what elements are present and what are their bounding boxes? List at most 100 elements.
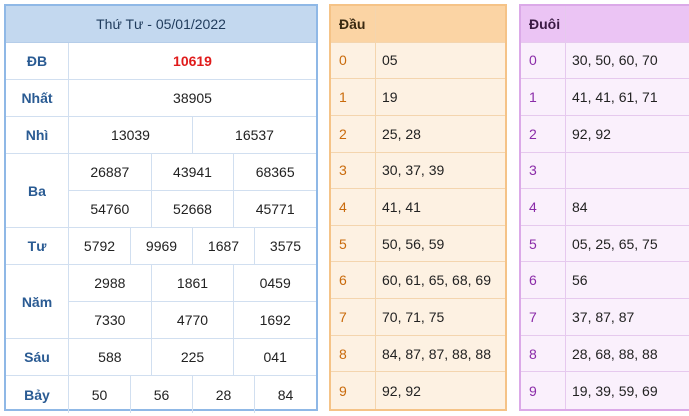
duoi-row: 0 30, 50, 60, 70 [521,42,689,80]
prize-values: 588 225 041 [69,339,316,375]
duoi-digit: 2 [521,115,566,152]
prize-label: Nhì [6,117,69,153]
prize-values: 10619 [69,43,316,79]
dau-digit: 5 [331,225,376,262]
results-date-header: Thứ Tư - 05/01/2022 [6,6,316,43]
dau-row: 9 92, 92 [331,372,505,410]
prize-line: 54760 52668 45771 [69,190,316,227]
prize-number: 4770 [152,302,235,338]
duoi-numbers: 19, 39, 59, 69 [566,372,689,410]
dau-row: 4 41, 41 [331,189,505,226]
dau-table: Đầu 0 05 1 19 2 25, 28 3 30, 37, 39 4 41, 41 5 50, … [329,4,507,411]
duoi-header-blank [566,6,689,42]
prize-number: 041 [263,349,287,365]
duoi-header-row: Đuôi [521,6,689,43]
prize-row: Nhì 13039 16537 [6,117,316,154]
prize-row: ĐB 10619 [6,43,316,80]
duoi-row: 3 [521,152,689,190]
duoi-numbers: 56 [566,262,689,299]
prize-values: 5792 9969 1687 3575 [69,228,316,264]
dau-numbers: 41, 41 [376,189,505,225]
dau-row: 5 50, 56, 59 [331,225,505,263]
duoi-digit: 8 [521,335,566,372]
duoi-numbers: 84 [566,189,689,225]
duoi-digit: 4 [521,189,566,225]
prize-values: 2988 1861 0459 7330 4770 1692 [69,265,316,338]
prize-number: 13039 [69,117,193,153]
prize-line: 38905 [69,80,316,116]
dau-numbers: 25, 28 [376,115,505,152]
prize-line: 2988 1861 0459 [69,265,316,301]
prize-line: 5792 9969 1687 3575 [69,228,316,264]
prize-number: 225 [152,339,235,375]
duoi-numbers: 28, 68, 88, 88 [566,335,689,372]
dau-numbers: 92, 92 [376,372,505,410]
dau-numbers: 50, 56, 59 [376,225,505,262]
dau-digit: 4 [331,189,376,225]
duoi-numbers: 30, 50, 60, 70 [566,42,689,79]
prize-number: 5792 [69,228,131,264]
prize-number: 54760 [69,191,152,227]
prize-label: Sáu [6,339,69,375]
duoi-digit: 3 [521,152,566,189]
dau-header-blank [376,6,505,42]
dau-row: 6 60, 61, 65, 68, 69 [331,262,505,300]
results-table: Thứ Tư - 05/01/2022 ĐB 10619 Nhất 38905 Nhì 1… [4,4,318,413]
prize-line: 10619 [69,43,316,79]
duoi-table: Đuôi 0 30, 50, 60, 70 1 41, 41, 61, 71 2 92, … [519,4,689,411]
dau-row: 3 30, 37, 39 [331,152,505,190]
prize-values: 13039 16537 [69,117,316,153]
prize-number: 38905 [173,90,212,106]
prize-number: 9969 [131,228,193,264]
duoi-digit: 5 [521,225,566,262]
prize-row: Tư 5792 9969 1687 3575 [6,228,316,265]
duoi-row: 1 41, 41, 61, 71 [521,79,689,116]
duoi-numbers: 92, 92 [566,115,689,152]
dau-digit: 3 [331,152,376,189]
dau-header-row: Đầu [331,6,505,43]
dau-row: 8 84, 87, 87, 88, 88 [331,335,505,373]
dau-numbers: 84, 87, 87, 88, 88 [376,335,505,372]
prize-number: 7330 [69,302,152,338]
dau-row: 1 19 [331,79,505,116]
dau-digit: 2 [331,115,376,152]
prize-number: 2988 [69,265,152,301]
prize-number: 68365 [255,164,295,180]
prize-row: Nhất 38905 [6,80,316,117]
dau-digit: 9 [331,372,376,410]
duoi-row: 9 19, 39, 59, 69 [521,372,689,410]
prize-line: 50 56 28 84 [69,376,316,413]
prize-number: 84 [277,386,294,403]
prize-line: 7330 4770 1692 [69,301,316,338]
duoi-digit: 7 [521,299,566,335]
duoi-numbers: 05, 25, 65, 75 [566,225,689,262]
prize-line: 13039 16537 [69,117,316,153]
prize-number: 1692 [259,312,291,328]
dau-numbers: 19 [376,79,505,115]
prize-label: Ba [6,154,69,227]
duoi-numbers: 37, 87, 87 [566,299,689,335]
prize-line: 588 225 041 [69,339,316,375]
dau-numbers: 30, 37, 39 [376,152,505,189]
duoi-row: 2 92, 92 [521,115,689,153]
dau-numbers: 05 [376,42,505,79]
duoi-row: 6 56 [521,262,689,300]
prize-number: 45771 [255,201,295,217]
prize-line: 26887 43941 68365 [69,154,316,190]
prize-values: 50 56 28 84 [69,376,316,413]
dau-numbers: 70, 71, 75 [376,299,505,335]
dau-row: 2 25, 28 [331,115,505,153]
dau-row: 7 70, 71, 75 [331,299,505,336]
prize-number: 1687 [193,228,255,264]
dau-digit: 1 [331,79,376,115]
prize-number: 43941 [152,154,235,190]
prize-number: 28 [193,376,255,413]
dau-numbers: 60, 61, 65, 68, 69 [376,262,505,299]
duoi-digit: 0 [521,42,566,79]
dau-digit: 6 [331,262,376,299]
prize-label: Bảy [6,376,69,413]
prize-row: Sáu 588 225 041 [6,339,316,376]
prize-label: ĐB [6,43,69,79]
duoi-digit: 6 [521,262,566,299]
prize-number: 56 [131,376,193,413]
